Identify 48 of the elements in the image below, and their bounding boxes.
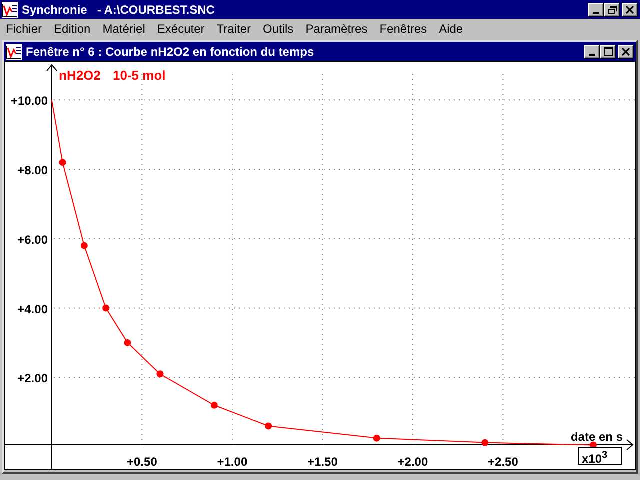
data-point <box>124 339 132 346</box>
data-point <box>102 304 110 312</box>
close-button[interactable] <box>618 44 634 58</box>
close-icon <box>622 48 630 56</box>
menu-item[interactable]: Exécuter <box>151 22 211 36</box>
minimize-icon <box>593 12 599 14</box>
menu-item[interactable]: Traiter <box>210 22 257 36</box>
restore-button[interactable] <box>604 2 620 16</box>
data-point <box>156 370 164 378</box>
data-point <box>59 159 66 166</box>
window-title: Synchronie - A:\COURBEST.SNC <box>22 2 215 16</box>
y-tick-label: +4.00 <box>18 302 48 316</box>
data-point <box>373 434 380 442</box>
menu-item[interactable]: Fenêtres <box>374 22 434 36</box>
axis-multiplier: x10$^{3}$ <box>578 447 622 465</box>
minimize-button[interactable] <box>584 44 600 58</box>
minimize-icon <box>589 54 595 56</box>
data-point <box>80 242 88 250</box>
x-axis-label: date en s <box>570 430 623 444</box>
x-tick-label: +1.00 <box>217 455 248 469</box>
menu-item[interactable]: Edition <box>48 22 97 36</box>
menu-item[interactable]: Outils <box>257 22 300 36</box>
data-point <box>210 402 218 409</box>
app-icon[interactable] <box>2 2 18 18</box>
window-title: Fenêtre n° 6 : Courbe nH2O2 en fonction du temps <box>26 44 314 58</box>
x-tick-label: +0.50 <box>127 455 158 469</box>
menu-item[interactable]: Fichier <box>0 22 48 36</box>
y-tick-label: +6.00 <box>18 232 48 247</box>
chart-window-icon[interactable] <box>6 44 22 60</box>
data-point <box>482 439 489 446</box>
y-tick-label: +8.00 <box>18 164 48 178</box>
maximize-button[interactable] <box>600 44 616 58</box>
series-name: nH2O2 <box>59 68 101 83</box>
close-icon <box>626 6 634 14</box>
maximize-icon <box>604 47 612 56</box>
restore-icon <box>608 5 616 14</box>
y-tick-label: +2.00 <box>18 372 48 386</box>
x-tick-label: +1.50 <box>308 455 338 469</box>
menu-item[interactable]: Aide <box>433 22 470 36</box>
menu-item[interactable]: Matériel <box>96 22 152 36</box>
minimize-button[interactable] <box>588 2 604 16</box>
menu-item[interactable]: Paramètres <box>300 22 374 36</box>
close-button[interactable] <box>622 2 638 16</box>
x-tick-label: +2.00 <box>398 455 428 469</box>
data-point <box>265 422 272 430</box>
y-tick-label: +10.00 <box>10 94 48 108</box>
x-tick-label: +2.50 <box>488 455 518 469</box>
y-axis-label: 10-5 mol <box>113 68 166 83</box>
